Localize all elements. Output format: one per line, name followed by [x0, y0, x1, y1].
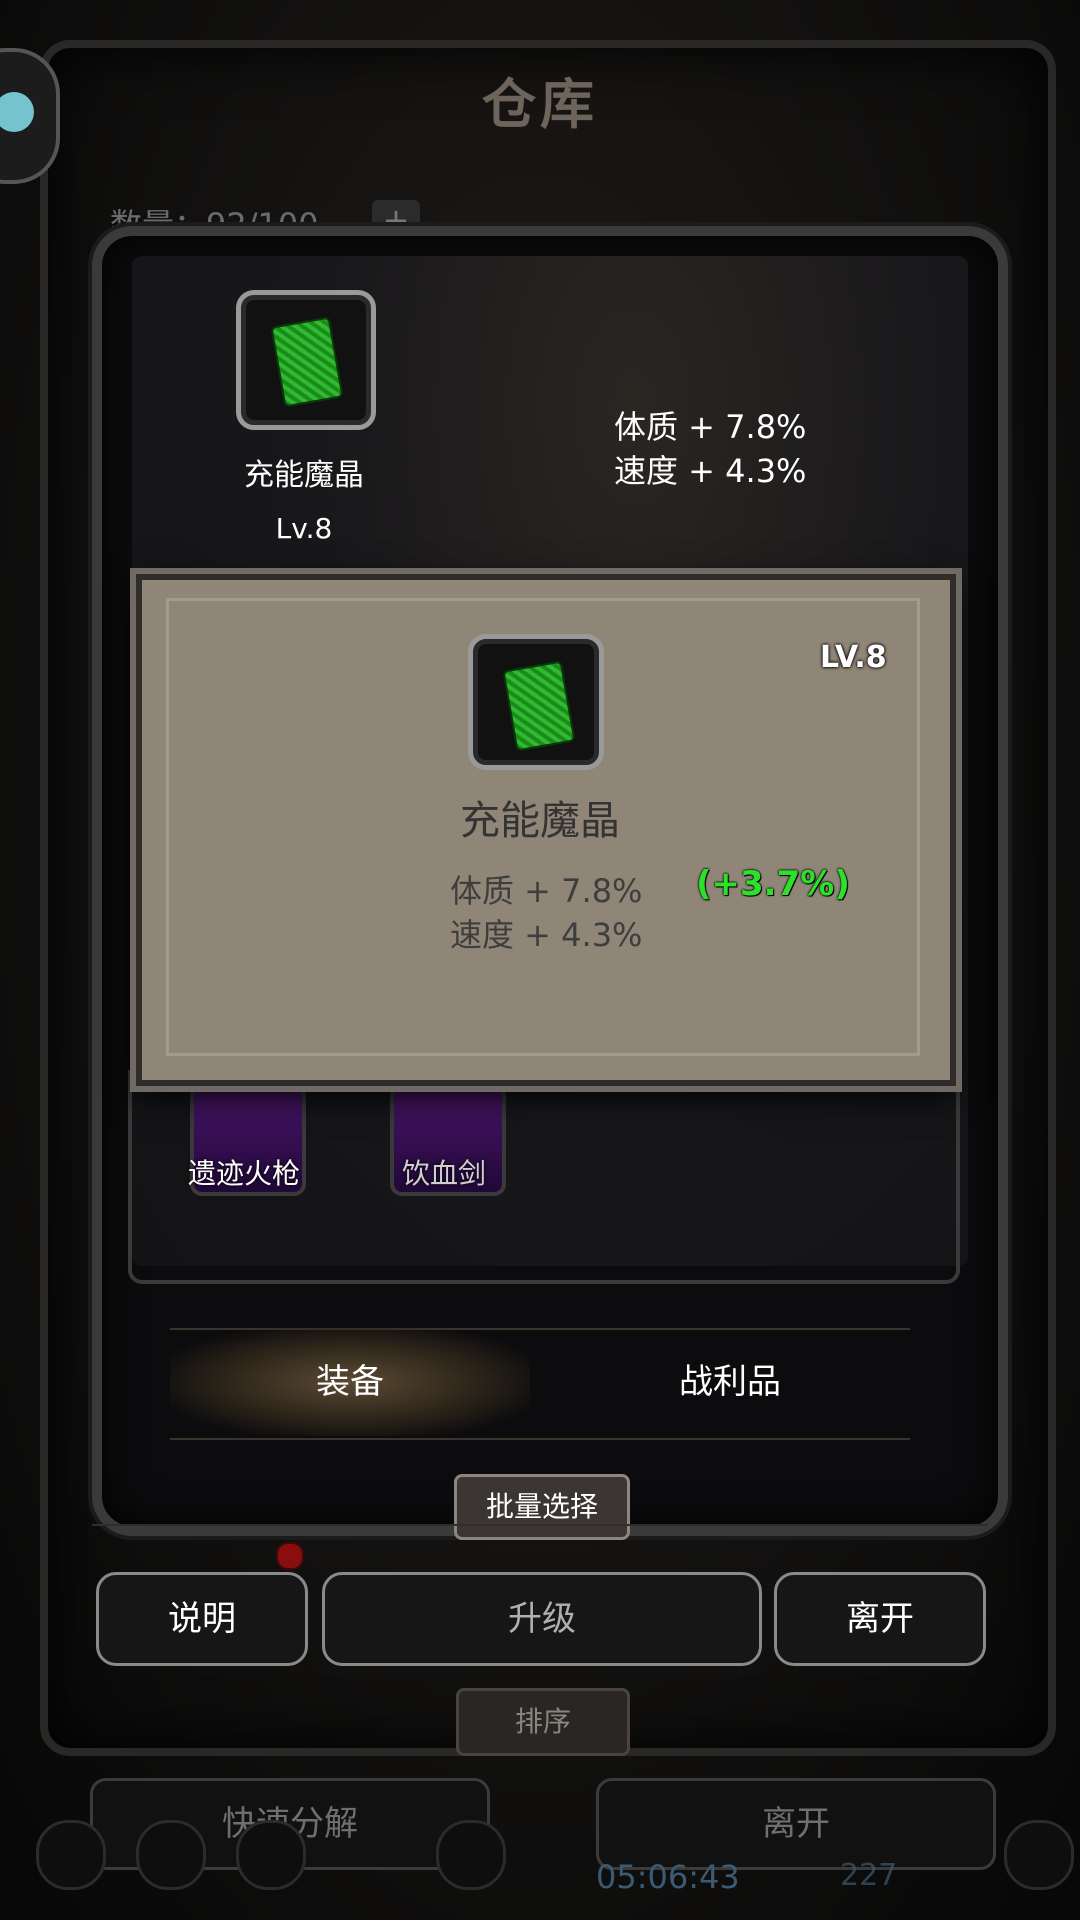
green-crystal-card-icon: [270, 316, 344, 408]
add-currency-icon[interactable]: [1004, 1820, 1074, 1890]
item-stat-speed: 速度 + 4.3%: [614, 452, 807, 490]
sort-button[interactable]: 排序: [456, 1688, 630, 1756]
stat-increase-delta: (+3.7%): [696, 864, 850, 904]
item-icon: [236, 290, 376, 430]
menu-icon[interactable]: [136, 1820, 206, 1890]
green-crystal-card-icon: [502, 660, 576, 752]
equipment-slot-label: 饮血剑: [401, 1157, 486, 1190]
map-icon[interactable]: [436, 1820, 506, 1890]
item-stat-constitution: 体质 + 7.8%: [614, 408, 807, 446]
popup-item-name: 充能魔晶: [460, 798, 620, 844]
exit-button[interactable]: 离开: [774, 1572, 986, 1666]
popup-item-level: LV.8: [820, 640, 887, 675]
avatar[interactable]: [0, 48, 60, 184]
popup-item-icon: [468, 634, 604, 770]
bag-icon[interactable]: [236, 1820, 306, 1890]
popup-stat-constitution: 体质 + 7.8%: [450, 872, 643, 910]
warehouse-title: 仓库: [482, 73, 598, 136]
notification-dot: [276, 1542, 304, 1570]
tab-equipment[interactable]: 装备: [170, 1328, 530, 1436]
batch-select-button[interactable]: 批量选择: [454, 1474, 630, 1540]
popup-stat-speed: 速度 + 4.3%: [450, 916, 643, 954]
equipment-slot-label: 遗迹火枪: [187, 1157, 300, 1190]
background-exit-button[interactable]: 离开: [596, 1778, 996, 1870]
help-button[interactable]: 说明: [96, 1572, 308, 1666]
upgrade-button[interactable]: 升级: [322, 1572, 762, 1666]
timer-text: 05:06:43: [596, 1858, 740, 1896]
currency-count: 227: [840, 1858, 898, 1893]
tab-loot[interactable]: 战利品: [550, 1328, 910, 1436]
settings-icon[interactable]: [36, 1820, 106, 1890]
item-name: 充能魔晶: [244, 458, 364, 493]
item-level: Lv.8: [275, 512, 333, 545]
divider: [92, 1524, 988, 1526]
